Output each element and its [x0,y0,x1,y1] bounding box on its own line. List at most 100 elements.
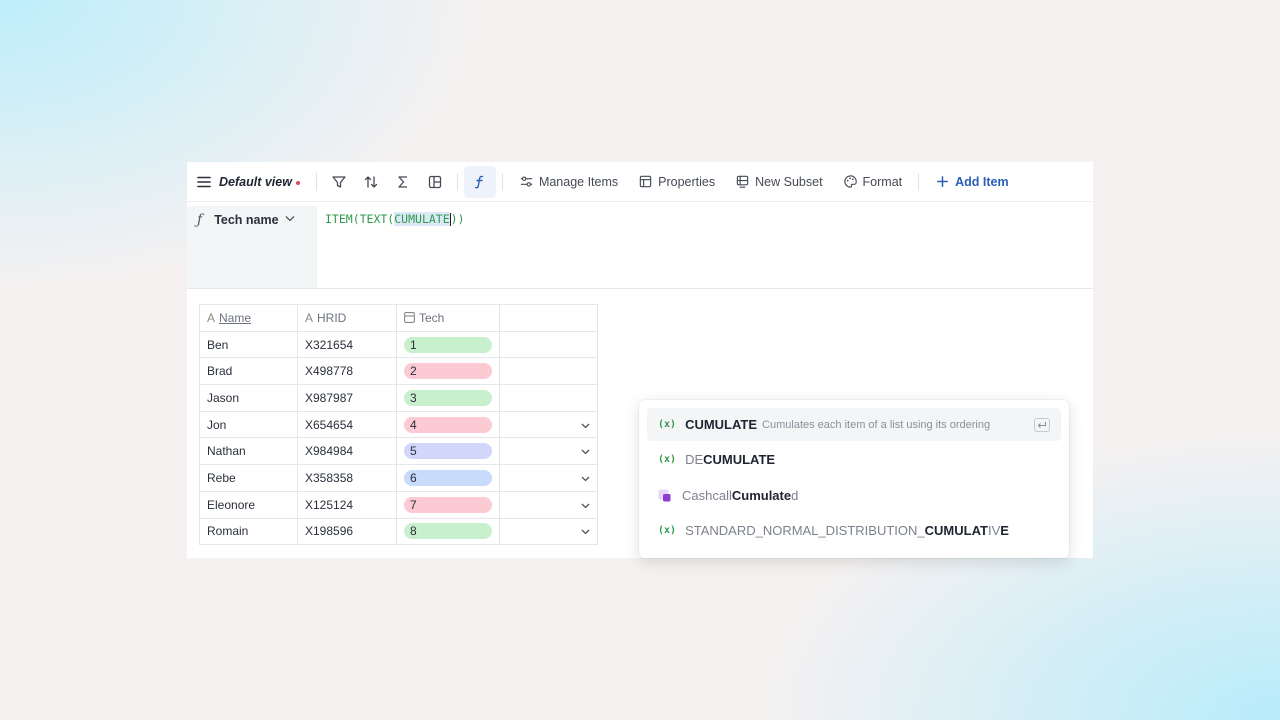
column-header-tech[interactable]: Tech [396,304,500,332]
tech-name-cell[interactable] [499,357,598,386]
tech-cell[interactable]: 2 [396,357,500,386]
sigma-icon [398,175,407,188]
hrid-cell[interactable]: X984984 [297,437,397,466]
name-cell[interactable]: Brad [199,357,298,386]
table-row[interactable]: Nathan X984984 5 [199,437,598,466]
format-button[interactable]: Format [833,166,913,198]
new-subset-button[interactable]: New Subset [725,166,832,198]
enter-key-icon [1034,417,1050,432]
autocomplete-option[interactable]: (x) DE CUMULATE [647,442,1061,478]
formula-prefix: ITEM(TEXT( [325,212,395,226]
table-row[interactable]: Jason X987987 3 [199,384,598,412]
option-post: d [791,487,799,503]
name-cell[interactable]: Romain [199,517,298,546]
layout-icon [428,175,442,188]
name-cell[interactable]: Jason [199,384,298,412]
hrid-cell[interactable]: X987987 [297,384,397,412]
option-pre: Cashcall [682,487,732,503]
tech-name-cell[interactable] [499,410,598,439]
sort-button[interactable] [355,166,387,198]
hrid-cell[interactable]: X358358 [297,464,397,492]
tech-name-cell[interactable] [499,437,598,466]
list-type-icon [404,312,415,324]
option-match: Cumulate [731,487,792,503]
tech-name-cell[interactable] [499,464,598,492]
autocomplete-option[interactable]: (x) STANDARD_NORMAL_DISTRIBUTION_ CUMULAT I… [647,513,1061,549]
column-header-name[interactable]: A Name [199,304,298,332]
properties-icon [639,175,652,188]
autocomplete-option[interactable]: Cashcall Cumulate d [647,478,1061,514]
option-pre: STANDARD_NORMAL_DISTRIBUTION_ [685,523,925,539]
table-row[interactable]: Romain X198596 8 [199,517,598,546]
hrid-cell[interactable]: X125124 [297,490,397,519]
function-icon [474,175,484,188]
tech-name-cell[interactable] [499,517,598,546]
formula-divider [187,288,1093,289]
chevron-down-icon [285,216,295,222]
column-header-hrid[interactable]: A HRID [297,304,397,332]
hrid-cell[interactable]: X198596 [297,517,397,546]
name-cell[interactable]: Jon [199,410,298,439]
function-icon: ƒ [197,212,203,228]
tech-cell[interactable]: 5 [396,437,500,466]
toolbar-divider [456,172,458,191]
sort-icon [364,175,378,188]
tech-name-cell[interactable] [499,330,598,359]
tech-tag: 5 [404,443,492,460]
header-row: A Name A HRID Tech [199,304,598,332]
tech-cell[interactable]: 1 [396,330,500,359]
formula-button[interactable] [463,165,496,198]
table-row[interactable]: Jon X654654 4 [199,410,598,439]
properties-button[interactable]: Properties [628,166,725,198]
chevron-down-icon[interactable] [581,476,590,482]
chevron-down-icon[interactable] [581,449,590,455]
toolbar-divider [918,172,920,191]
variable-icon: (x) [658,525,677,537]
view-name: Default view [219,174,292,189]
unsaved-indicator [295,180,300,185]
name-cell[interactable]: Eleonore [199,490,298,519]
autocomplete-option[interactable]: (x) CUMULATE Cumulates each item of a list… [647,408,1061,441]
manage-items-button[interactable]: Manage Items [509,166,628,198]
layout-button[interactable] [419,166,451,198]
tech-cell[interactable]: 7 [396,490,500,519]
filter-button[interactable] [323,166,355,198]
hrid-cell[interactable]: X654654 [297,410,397,439]
chevron-down-icon[interactable] [581,529,590,535]
tech-cell[interactable]: 8 [396,517,500,546]
tech-cell[interactable]: 4 [396,410,500,439]
chevron-down-icon[interactable] [581,423,590,429]
filter-icon [332,175,346,188]
name-cell[interactable]: Rebe [199,464,298,492]
add-item-label: Add Item [955,174,1009,189]
column-label: Tech [419,310,445,325]
tech-name-cell[interactable] [499,384,598,412]
formula-editor[interactable]: ITEM(TEXT(CUMULATE)) [317,206,1093,288]
text-type-icon: A [207,310,216,325]
chevron-down-icon[interactable] [581,503,590,509]
formula-column-name: Tech name [214,213,279,227]
table-row[interactable]: Eleonore X125124 7 [199,490,598,519]
palette-icon [843,175,857,188]
formula-column-selector[interactable]: ƒ Tech name [187,206,317,288]
aggregate-button[interactable] [387,166,419,198]
view-selector[interactable]: Default view [197,166,310,198]
name-cell[interactable]: Nathan [199,437,298,466]
column-header-tech-name[interactable] [499,304,598,332]
hrid-cell[interactable]: X321654 [297,330,397,359]
formula-suffix: )) [450,212,465,226]
table-row[interactable]: Rebe X358358 6 [199,464,598,492]
tech-cell[interactable]: 6 [396,464,500,492]
table-row[interactable]: Brad X498778 2 [199,357,598,386]
hrid-cell[interactable]: X498778 [297,357,397,386]
add-item-button[interactable]: Add Item [925,166,1018,198]
table-row[interactable]: Ben X321654 1 [199,330,598,359]
tech-name-cell[interactable] [499,490,598,519]
variable-icon: (x) [658,419,677,430]
name-cell[interactable]: Ben [199,330,298,359]
workspace-panel: Default view Manage Items Properties New… [187,162,1093,558]
column-label: HRID [317,310,347,325]
option-pre: DE [685,452,704,468]
tech-tag: 1 [404,336,492,353]
tech-cell[interactable]: 3 [396,384,500,412]
